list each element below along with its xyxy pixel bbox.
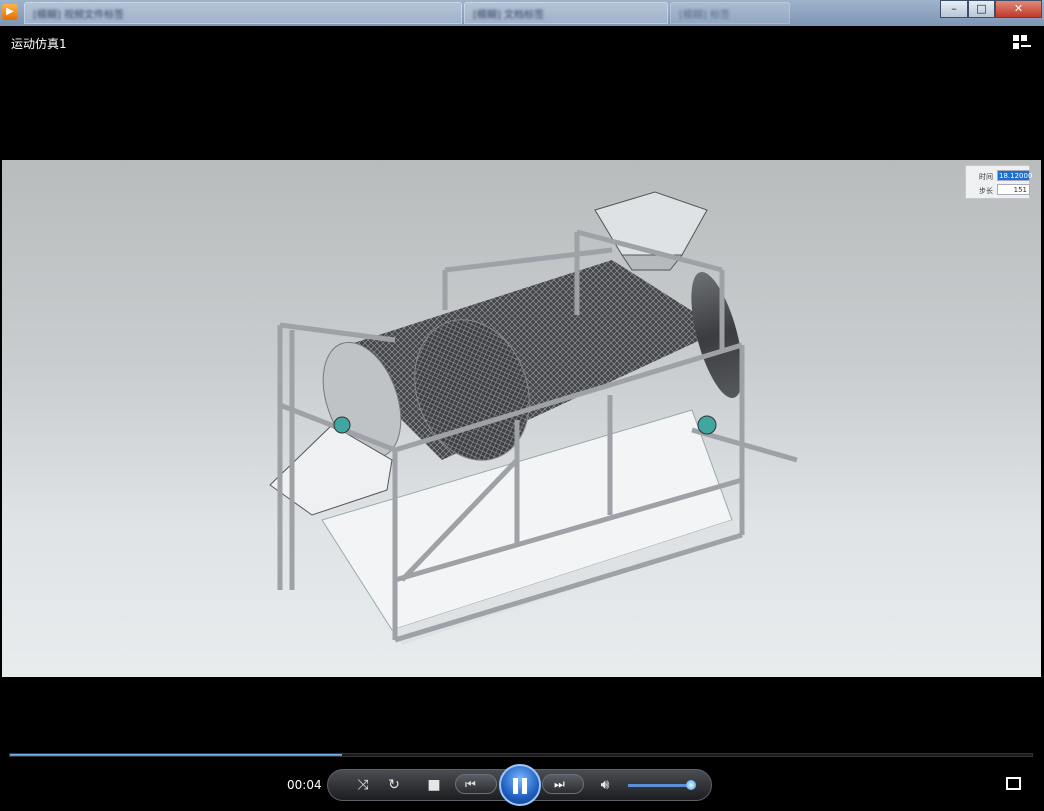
next-icon: ⏭ bbox=[554, 777, 565, 791]
previous-button[interactable]: ⏮ bbox=[455, 774, 497, 794]
stop-icon[interactable]: ■ bbox=[423, 775, 445, 795]
simulation-info-panel: 时间 18.12000 步长 151 bbox=[965, 165, 1033, 199]
tab-video[interactable]: [模糊] 视频文件标签 bbox=[24, 2, 462, 24]
window-title-bar: ▶ [模糊] 视频文件标签 [模糊] 文档标签 [模糊] 标签 – □ ✕ bbox=[0, 0, 1044, 26]
volume-slider[interactable] bbox=[628, 784, 692, 787]
volume-knob[interactable] bbox=[686, 780, 696, 790]
video-title: 运动仿真1 bbox=[11, 37, 67, 51]
tab-other[interactable]: [模糊] 标签 bbox=[670, 2, 790, 24]
playlist-toggle-icon[interactable] bbox=[1013, 35, 1031, 51]
time-row: 时间 18.12000 bbox=[979, 170, 1033, 181]
volume-icon[interactable]: 🔊︎ bbox=[594, 775, 616, 795]
current-time: 00:04 bbox=[287, 778, 322, 792]
seek-progress bbox=[10, 754, 343, 756]
time-value[interactable]: 18.12000 bbox=[997, 170, 1032, 181]
close-button[interactable]: ✕ bbox=[995, 0, 1042, 18]
pause-button[interactable] bbox=[499, 764, 541, 806]
repeat-icon[interactable]: ↻ bbox=[383, 775, 405, 795]
app-play-icon: ▶ bbox=[2, 4, 18, 20]
hopper bbox=[594, 191, 708, 256]
player-header: 运动仿真1 bbox=[0, 26, 1044, 160]
next-button[interactable]: ⏭ bbox=[542, 774, 584, 794]
machine-render bbox=[269, 191, 798, 645]
step-value[interactable]: 151 bbox=[997, 184, 1030, 195]
maximize-button[interactable]: □ bbox=[968, 0, 995, 18]
motor bbox=[697, 415, 717, 435]
minimize-button[interactable]: – bbox=[940, 0, 968, 18]
pause-icon bbox=[513, 778, 518, 794]
fullscreen-icon[interactable] bbox=[1006, 777, 1021, 790]
shuffle-icon[interactable]: ⤨ bbox=[352, 775, 374, 795]
tab-document[interactable]: [模糊] 文档标签 bbox=[464, 2, 668, 24]
video-viewport[interactable]: 时间 18.12000 步长 151 bbox=[2, 160, 1041, 677]
step-row: 步长 151 bbox=[969, 184, 1030, 196]
previous-icon: ⏮ bbox=[465, 777, 476, 791]
seek-bar[interactable] bbox=[9, 753, 1033, 757]
player-controls: 00:04 ⤨ ↻ ■ ⏮ ⏭ 🔊︎ bbox=[0, 677, 1044, 811]
